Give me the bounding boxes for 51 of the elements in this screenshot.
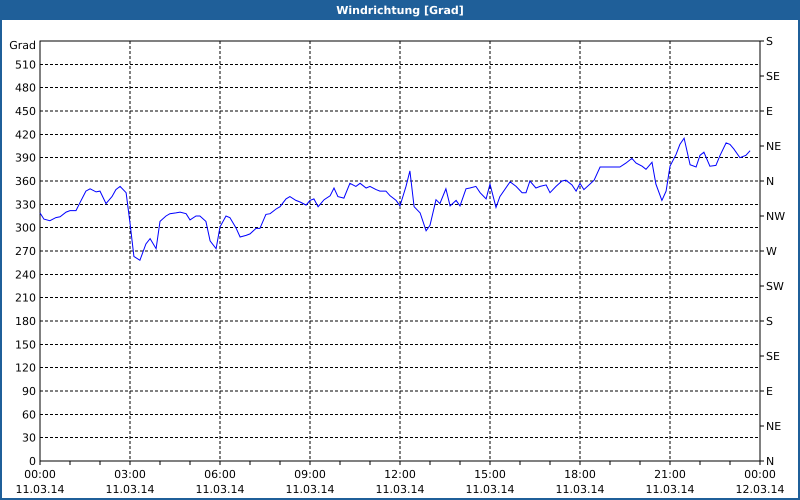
compass-tick-label: NW [766, 210, 786, 223]
y-tick-label: 420 [15, 128, 36, 142]
y-tick-label: 450 [15, 105, 36, 118]
y-tick-label: 90 [22, 385, 36, 398]
y-tick-label: 120 [15, 362, 36, 375]
y-axis-title: Grad [9, 39, 36, 52]
y-tick-label: 480 [15, 82, 36, 95]
x-tick-label: 00:00 [24, 468, 56, 481]
compass-tick-label: NE [766, 140, 782, 153]
compass-tick-label: S [766, 35, 773, 48]
x-tick-label: 12:00 [384, 468, 416, 481]
compass-tick-label: E [766, 105, 773, 118]
y-tick-label: 240 [15, 268, 36, 282]
y-tick-label: 210 [15, 292, 36, 305]
y-tick-label: 60 [22, 408, 36, 422]
y-tick-label: 0 [29, 455, 36, 468]
compass-tick-label: W [766, 245, 777, 258]
x-tick-date: 11.03.14 [556, 483, 604, 496]
window-title: Windrichtung [Grad] [0, 0, 800, 20]
y-tick-label: 390 [15, 152, 36, 165]
x-tick-date: 12.03.14 [736, 483, 784, 496]
compass-tick-label: S [766, 315, 773, 328]
compass-tick-label: NE [766, 420, 782, 433]
x-tick-date: 11.03.14 [286, 483, 334, 496]
compass-tick-label: E [766, 385, 773, 398]
y-tick-label: 510 [15, 58, 36, 72]
x-tick-label: 00:00 [744, 468, 776, 481]
x-tick-date: 11.03.14 [376, 483, 424, 496]
x-tick-date: 11.03.14 [466, 483, 514, 496]
compass-tick-label: SW [766, 280, 784, 293]
x-tick-date: 11.03.14 [196, 483, 244, 496]
x-tick-label: 18:00 [564, 468, 596, 481]
x-tick-label: 15:00 [474, 468, 506, 481]
y-tick-label: 180 [15, 315, 36, 328]
x-tick-label: 09:00 [294, 468, 326, 481]
y-tick-label: 270 [15, 245, 36, 258]
x-tick-date: 11.03.14 [646, 483, 694, 496]
y-tick-label: 360 [15, 175, 36, 188]
y-tick-label: 30 [22, 432, 36, 445]
compass-tick-label: SE [766, 350, 780, 363]
compass-tick-label: N [766, 175, 774, 188]
x-tick-date: 11.03.14 [106, 483, 154, 496]
x-tick-label: 03:00 [114, 468, 146, 481]
compass-tick-label: SE [766, 70, 780, 83]
y-tick-label: 300 [15, 222, 36, 235]
compass-tick-label: N [766, 455, 774, 468]
x-tick-label: 21:00 [654, 468, 686, 481]
x-tick-label: 06:00 [204, 468, 236, 481]
x-tick-date: 11.03.14 [16, 483, 64, 496]
y-tick-label: 330 [15, 198, 36, 212]
y-tick-label: 150 [15, 338, 36, 352]
